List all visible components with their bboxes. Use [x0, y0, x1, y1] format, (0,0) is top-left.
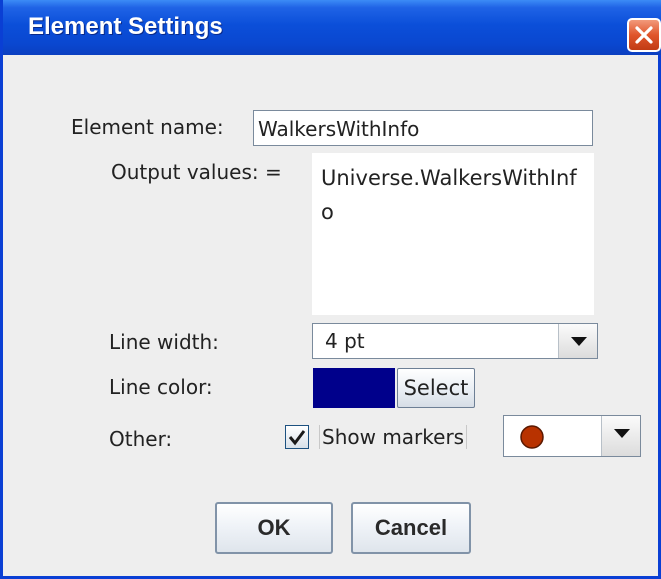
close-button[interactable]: [627, 18, 661, 52]
output-values-textarea[interactable]: Universe.WalkersWithInfo: [312, 153, 594, 315]
marker-style-dropdown[interactable]: [503, 415, 641, 457]
cancel-button[interactable]: Cancel: [351, 502, 471, 554]
output-values-label: Output values: =: [111, 160, 282, 184]
title-bar: Element Settings: [3, 0, 661, 55]
dialog-title: Element Settings: [28, 13, 223, 40]
select-color-button[interactable]: Select: [397, 368, 475, 408]
checkmark-icon: [288, 430, 306, 446]
element-name-input[interactable]: WalkersWithInfo: [253, 110, 593, 146]
element-name-label: Element name:: [71, 115, 224, 139]
line-color-swatch[interactable]: [313, 368, 395, 408]
chevron-down-icon[interactable]: [601, 416, 640, 456]
other-label: Other:: [109, 427, 173, 451]
marker-preview-icon: [520, 425, 544, 449]
ok-button[interactable]: OK: [215, 502, 333, 554]
show-markers-checkbox[interactable]: [285, 425, 309, 449]
close-icon: [635, 26, 653, 44]
line-width-selected-value: 4 pt: [325, 329, 365, 353]
show-markers-label[interactable]: Show markers: [319, 425, 468, 449]
line-color-label: Line color:: [109, 375, 213, 399]
dialog-body: Element name: WalkersWithInfo Output val…: [13, 55, 653, 573]
line-width-label: Line width:: [109, 330, 219, 354]
element-settings-dialog: Element Settings Element name: WalkersWi…: [0, 0, 661, 579]
chevron-down-icon[interactable]: [558, 324, 597, 358]
line-width-dropdown[interactable]: 4 pt: [312, 323, 598, 359]
